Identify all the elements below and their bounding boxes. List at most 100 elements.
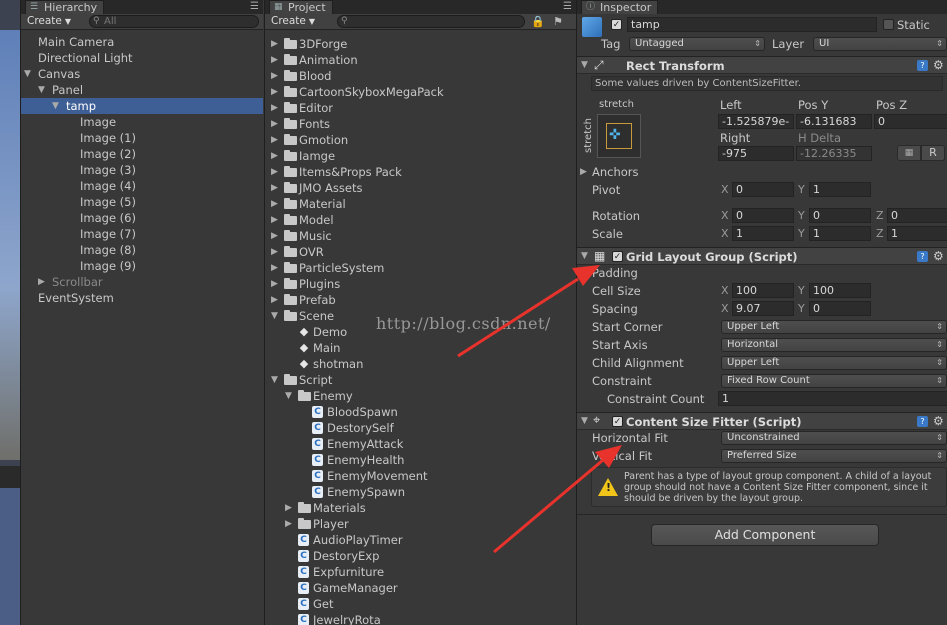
- project-item[interactable]: ▶ Material: [265, 196, 576, 212]
- cell-size-y-field[interactable]: 100: [809, 283, 871, 298]
- right-field[interactable]: -975: [718, 146, 794, 161]
- hierarchy-search-input[interactable]: ⚲ All: [89, 15, 259, 28]
- hierarchy-item[interactable]: Image (8): [21, 242, 263, 258]
- expand-open-icon[interactable]: ▼: [52, 98, 59, 114]
- anchors-label[interactable]: Anchors: [592, 164, 639, 180]
- grid-layout-header[interactable]: ▼ ▦ ✓ Grid Layout Group (Script) ? ⚙: [577, 247, 947, 265]
- hierarchy-item[interactable]: Image (9): [21, 258, 263, 274]
- expand-closed-icon[interactable]: ▶: [271, 228, 278, 244]
- expand-closed-icon[interactable]: ▶: [271, 100, 278, 116]
- foldout-open-icon[interactable]: ▼: [581, 248, 588, 264]
- project-item[interactable]: ▶ JMO Assets: [265, 180, 576, 196]
- posz-field[interactable]: 0: [874, 114, 947, 129]
- project-item[interactable]: ▼ Script: [265, 372, 576, 388]
- hierarchy-item[interactable]: ▼ Panel: [21, 82, 263, 98]
- expand-closed-icon[interactable]: ▶: [271, 260, 278, 276]
- hierarchy-item[interactable]: Main Camera: [21, 34, 263, 50]
- active-checkbox[interactable]: ✓: [611, 19, 622, 30]
- project-item[interactable]: ▶ Materials: [265, 500, 576, 516]
- foldout-closed-icon[interactable]: ▶: [580, 265, 587, 281]
- rotation-x-field[interactable]: 0: [732, 208, 794, 223]
- project-item[interactable]: ▶ 3DForge: [265, 36, 576, 52]
- expand-open-icon[interactable]: ▼: [271, 308, 278, 324]
- project-item[interactable]: ▶ Model: [265, 212, 576, 228]
- foldout-closed-icon[interactable]: ▶: [580, 164, 587, 180]
- expand-closed-icon[interactable]: ▶: [271, 276, 278, 292]
- hierarchy-item[interactable]: ▼ Canvas: [21, 66, 263, 82]
- tab-project[interactable]: ▦ Project: [269, 0, 333, 14]
- blueprint-mode-button[interactable]: ▦: [897, 145, 921, 161]
- tag-dropdown[interactable]: Untagged ⇕: [629, 37, 765, 51]
- expand-open-icon[interactable]: ▼: [24, 66, 31, 82]
- horizontal-fit-dropdown[interactable]: Unconstrained ⇕: [721, 431, 947, 445]
- tab-hierarchy[interactable]: ☰ Hierarchy: [25, 0, 105, 14]
- add-component-button[interactable]: Add Component: [651, 524, 879, 546]
- scale-x-field[interactable]: 1: [732, 226, 794, 241]
- spacing-x-field[interactable]: 9.07: [732, 301, 794, 316]
- project-item[interactable]: ▶ Animation: [265, 52, 576, 68]
- expand-open-icon[interactable]: ▼: [271, 372, 278, 388]
- panel-menu-icon[interactable]: ☰: [250, 2, 259, 12]
- pivot-x-field[interactable]: 0: [732, 182, 794, 197]
- project-item[interactable]: ▶ Gmotion: [265, 132, 576, 148]
- hierarchy-item[interactable]: Image (7): [21, 226, 263, 242]
- project-item[interactable]: ▶ Items&Props Pack: [265, 164, 576, 180]
- scale-z-field[interactable]: 1: [887, 226, 947, 241]
- project-item[interactable]: C EnemyHealth: [265, 452, 576, 468]
- expand-closed-icon[interactable]: ▶: [271, 148, 278, 164]
- start-axis-dropdown[interactable]: Horizontal ⇕: [721, 338, 947, 352]
- hierarchy-item[interactable]: Image (6): [21, 210, 263, 226]
- constraint-count-field[interactable]: 1: [718, 391, 947, 406]
- project-item[interactable]: ▶ Prefab: [265, 292, 576, 308]
- project-item[interactable]: C EnemySpawn: [265, 484, 576, 500]
- expand-closed-icon[interactable]: ▶: [271, 164, 278, 180]
- hierarchy-item[interactable]: EventSystem: [21, 290, 263, 306]
- gear-icon[interactable]: ⚙: [933, 59, 944, 71]
- start-corner-dropdown[interactable]: Upper Left ⇕: [721, 320, 947, 334]
- vertical-fit-dropdown[interactable]: Preferred Size ⇕: [721, 449, 947, 463]
- project-item[interactable]: ▶ Plugins: [265, 276, 576, 292]
- expand-closed-icon[interactable]: ▶: [271, 84, 278, 100]
- project-item[interactable]: ▶ Blood: [265, 68, 576, 84]
- project-item[interactable]: ▶ Player: [265, 516, 576, 532]
- help-icon[interactable]: ?: [917, 416, 928, 427]
- rotation-z-field[interactable]: 0: [887, 208, 947, 223]
- spacing-y-field[interactable]: 0: [809, 301, 871, 316]
- project-search-input[interactable]: ⚲: [337, 15, 525, 28]
- hierarchy-item[interactable]: Image (5): [21, 194, 263, 210]
- content-size-fitter-header[interactable]: ▼ ⌖ ✓ Content Size Fitter (Script) ? ⚙: [577, 412, 947, 430]
- rect-transform-header[interactable]: ▼ ⤢ Rect Transform ? ⚙: [577, 56, 947, 74]
- foldout-open-icon[interactable]: ▼: [581, 57, 588, 73]
- project-item[interactable]: ◆ Main: [265, 340, 576, 356]
- hierarchy-item[interactable]: Image (1): [21, 130, 263, 146]
- hierarchy-item[interactable]: Image (4): [21, 178, 263, 194]
- expand-closed-icon[interactable]: ▶: [285, 516, 292, 532]
- expand-closed-icon[interactable]: ▶: [271, 292, 278, 308]
- expand-open-icon[interactable]: ▼: [38, 82, 45, 98]
- project-create-button[interactable]: Create ▼: [271, 15, 315, 28]
- hierarchy-item[interactable]: ▶ Scrollbar: [21, 274, 263, 290]
- gear-icon[interactable]: ⚙: [933, 250, 944, 262]
- anchor-presets-button[interactable]: ✜: [597, 114, 641, 158]
- lock-icon[interactable]: 🔒: [531, 15, 545, 28]
- project-item[interactable]: ▶ OVR: [265, 244, 576, 260]
- posy-field[interactable]: -6.131683: [796, 114, 872, 129]
- project-item[interactable]: ▶ Iamge: [265, 148, 576, 164]
- constraint-dropdown[interactable]: Fixed Row Count ⇕: [721, 374, 947, 388]
- expand-closed-icon[interactable]: ▶: [271, 36, 278, 52]
- help-icon[interactable]: ?: [917, 251, 928, 262]
- project-item[interactable]: ◆ shotman: [265, 356, 576, 372]
- hierarchy-item[interactable]: Image (3): [21, 162, 263, 178]
- content-fitter-enabled-checkbox[interactable]: ✓: [612, 416, 623, 427]
- project-item[interactable]: ▶ Music: [265, 228, 576, 244]
- project-item[interactable]: C DestoryExp: [265, 548, 576, 564]
- project-item[interactable]: C DestorySelf: [265, 420, 576, 436]
- project-item[interactable]: C BloodSpawn: [265, 404, 576, 420]
- object-name-field[interactable]: tamp: [627, 17, 877, 32]
- project-item[interactable]: C Expfurniture: [265, 564, 576, 580]
- hierarchy-create-button[interactable]: Create ▼: [27, 15, 71, 28]
- expand-closed-icon[interactable]: ▶: [271, 68, 278, 84]
- hdelta-field[interactable]: -12.26335: [796, 146, 872, 161]
- project-item[interactable]: C Get: [265, 596, 576, 612]
- hierarchy-item[interactable]: ▼ tamp: [21, 98, 263, 114]
